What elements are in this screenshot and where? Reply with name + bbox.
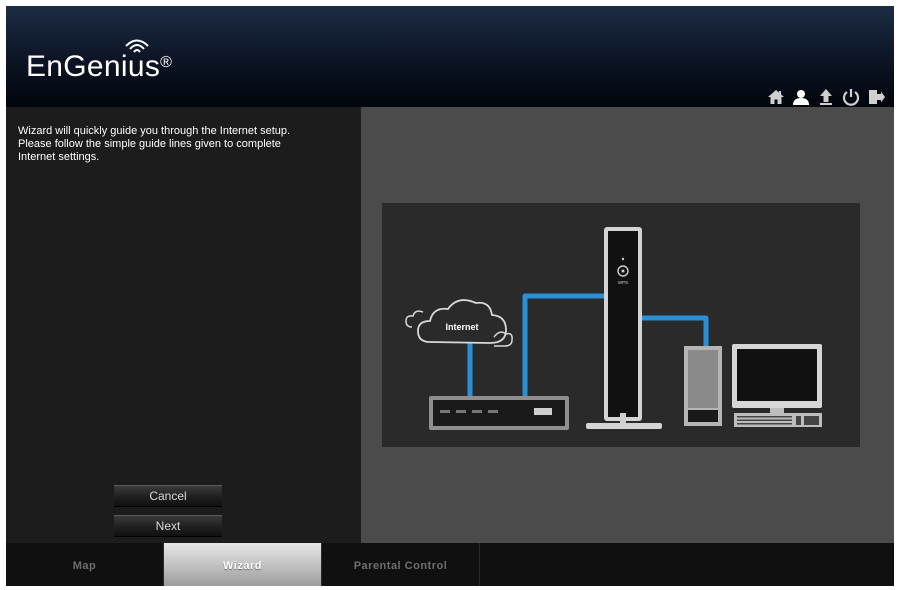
brand-registered-mark: ®: [160, 54, 173, 71]
intro-line-1: Wizard will quickly guide you through th…: [18, 125, 291, 137]
tab-wizard[interactable]: Wizard: [164, 543, 322, 586]
wifi-logo-icon: [125, 39, 149, 53]
wizard-panel: Wizard will quickly guide you through th…: [6, 107, 361, 543]
wizard-intro-text: Wizard will quickly guide you through th…: [18, 125, 348, 164]
tab-map[interactable]: Map: [6, 543, 164, 586]
brand-name: EnGenius: [26, 50, 161, 83]
header: EnGenius®: [6, 6, 894, 107]
internet-label: Internet: [445, 322, 478, 332]
monitor-icon: [732, 344, 822, 413]
toolbar: [766, 86, 886, 108]
keyboard-icon: [734, 413, 822, 427]
cancel-button[interactable]: Cancel: [114, 485, 222, 507]
intro-line-3: Internet settings.: [18, 151, 100, 163]
brand-logo: EnGenius®: [26, 50, 172, 84]
user-icon[interactable]: [791, 87, 811, 107]
home-icon[interactable]: [766, 87, 786, 107]
tab-parental-control[interactable]: Parental Control: [322, 543, 480, 586]
intro-line-2: Please follow the simple guide lines giv…: [18, 138, 281, 150]
upload-icon[interactable]: [816, 87, 836, 107]
bottom-tab-bar: Map Wizard Parental Control: [6, 543, 894, 586]
app-window: EnGenius® Wizard will quickly guide you …: [6, 6, 894, 586]
router-icon: [429, 396, 569, 430]
network-topology-diagram: Internet WPS: [382, 203, 860, 447]
logout-icon[interactable]: [866, 87, 886, 107]
next-button[interactable]: Next: [114, 515, 222, 537]
pc-tower-icon: [684, 346, 722, 426]
diagram-panel: Internet WPS: [361, 107, 894, 543]
power-icon[interactable]: [841, 87, 861, 107]
wps-label: WPS: [618, 280, 628, 285]
